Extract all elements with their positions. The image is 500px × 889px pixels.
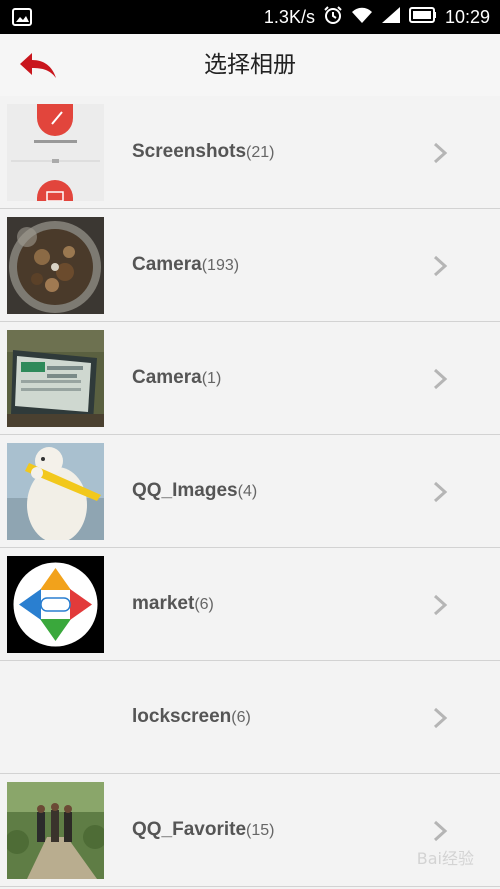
network-speed: 1.3K/s	[263, 6, 315, 27]
album-count: (4)	[237, 483, 258, 500]
gallery-icon	[12, 8, 32, 31]
album-row-screenshots[interactable]: Screenshots(21)	[0, 96, 500, 209]
album-row-qq-favorite[interactable]: QQ_Favorite(15)	[0, 774, 500, 887]
album-count: (1)	[201, 370, 222, 387]
status-bar: 1.3K/s 10:29	[0, 0, 500, 34]
album-title: QQ_Images	[132, 480, 238, 501]
watermark: Bai经验	[416, 849, 474, 868]
album-row-camera-2[interactable]: Camera(1)	[0, 322, 500, 435]
album-count: (15)	[246, 822, 275, 839]
album-name: QQ_Favorite(15)	[132, 774, 275, 886]
chevron-right-icon	[433, 707, 448, 729]
album-count: (21)	[246, 144, 275, 161]
alarm-icon	[323, 5, 343, 30]
album-name: Screenshots(21)	[132, 96, 275, 208]
chevron-right-icon	[433, 594, 448, 616]
album-row-lockscreen[interactable]: lockscreen(6)	[0, 661, 500, 774]
album-name: lockscreen(6)	[132, 661, 251, 773]
album-thumbnail	[7, 782, 104, 879]
album-thumbnail	[7, 104, 104, 201]
album-thumbnail	[7, 217, 104, 314]
album-title: QQ_Favorite	[132, 819, 247, 840]
chevron-right-icon	[433, 255, 448, 277]
album-thumbnail	[7, 556, 104, 653]
album-title: Camera	[132, 254, 202, 275]
chevron-right-icon	[433, 142, 448, 164]
status-time: 10:29	[444, 6, 490, 27]
title-bar: 选择相册	[0, 34, 500, 97]
album-list: Screenshots(21) Camera(193) Camera(1) QQ…	[0, 96, 500, 887]
album-count: (6)	[194, 596, 214, 613]
album-thumbnail	[7, 669, 104, 766]
album-count: (6)	[231, 709, 251, 726]
battery-icon	[408, 6, 437, 28]
chevron-right-icon	[433, 481, 448, 503]
album-row-qq-images[interactable]: QQ_Images(4)	[0, 435, 500, 548]
chevron-right-icon	[433, 368, 448, 390]
album-count: (193)	[201, 257, 240, 274]
album-title: lockscreen	[132, 706, 232, 727]
album-name: Camera(1)	[132, 322, 221, 434]
page-title: 选择相册	[204, 52, 296, 78]
album-name: QQ_Images(4)	[132, 435, 257, 547]
album-title: market	[132, 593, 195, 614]
album-name: Camera(193)	[132, 209, 239, 321]
wifi-icon	[351, 6, 373, 29]
chevron-right-icon	[433, 820, 448, 842]
album-title: Screenshots	[132, 141, 247, 162]
album-thumbnail	[7, 330, 104, 427]
album-thumbnail	[7, 443, 104, 540]
album-row-camera[interactable]: Camera(193)	[0, 209, 500, 322]
signal-icon	[381, 6, 401, 29]
album-row-market[interactable]: market(6)	[0, 548, 500, 661]
album-title: Camera	[132, 367, 202, 388]
album-name: market(6)	[132, 548, 214, 660]
